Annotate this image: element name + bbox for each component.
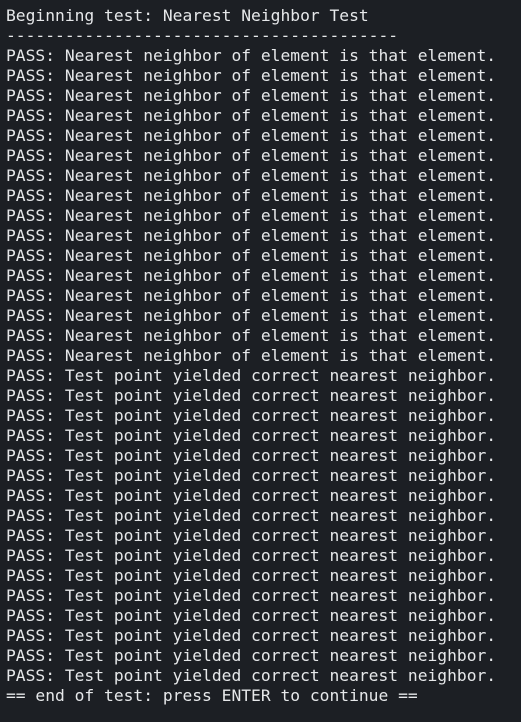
output-line: PASS: Nearest neighbor of element is tha…	[6, 226, 497, 245]
output-line: PASS: Test point yielded correct nearest…	[6, 666, 497, 685]
test-header: Beginning test: Nearest Neighbor Test	[6, 6, 369, 25]
output-line: PASS: Test point yielded correct nearest…	[6, 486, 497, 505]
output-line: PASS: Nearest neighbor of element is tha…	[6, 106, 497, 125]
output-line: PASS: Test point yielded correct nearest…	[6, 386, 497, 405]
output-line: PASS: Nearest neighbor of element is tha…	[6, 86, 497, 105]
output-line: PASS: Nearest neighbor of element is tha…	[6, 246, 497, 265]
output-line: PASS: Test point yielded correct nearest…	[6, 406, 497, 425]
output-line: PASS: Test point yielded correct nearest…	[6, 366, 497, 385]
output-line: PASS: Test point yielded correct nearest…	[6, 526, 497, 545]
output-line: PASS: Test point yielded correct nearest…	[6, 606, 497, 625]
output-line: PASS: Nearest neighbor of element is tha…	[6, 266, 497, 285]
output-line: PASS: Test point yielded correct nearest…	[6, 506, 497, 525]
output-line: PASS: Test point yielded correct nearest…	[6, 566, 497, 585]
output-line: PASS: Test point yielded correct nearest…	[6, 466, 497, 485]
output-line: PASS: Nearest neighbor of element is tha…	[6, 186, 497, 205]
output-line: PASS: Test point yielded correct nearest…	[6, 626, 497, 645]
output-line: PASS: Nearest neighbor of element is tha…	[6, 166, 497, 185]
output-line: PASS: Nearest neighbor of element is tha…	[6, 126, 497, 145]
output-line: PASS: Nearest neighbor of element is tha…	[6, 306, 497, 325]
output-line: PASS: Test point yielded correct nearest…	[6, 546, 497, 565]
output-line: PASS: Test point yielded correct nearest…	[6, 426, 497, 445]
separator-line: ----------------------------------------	[6, 26, 399, 45]
output-line: PASS: Test point yielded correct nearest…	[6, 586, 497, 605]
output-line: PASS: Nearest neighbor of element is tha…	[6, 346, 497, 365]
output-line: PASS: Test point yielded correct nearest…	[6, 646, 497, 665]
output-line: PASS: Nearest neighbor of element is tha…	[6, 326, 497, 345]
output-line: PASS: Nearest neighbor of element is tha…	[6, 46, 497, 65]
continue-prompt: == end of test: press ENTER to continue …	[6, 686, 418, 705]
output-line: PASS: Nearest neighbor of element is tha…	[6, 206, 497, 225]
output-line: PASS: Nearest neighbor of element is tha…	[6, 146, 497, 165]
output-line: PASS: Nearest neighbor of element is tha…	[6, 66, 497, 85]
output-line: PASS: Nearest neighbor of element is tha…	[6, 286, 497, 305]
test-output: PASS: Nearest neighbor of element is tha…	[6, 46, 521, 686]
terminal-window[interactable]: Beginning test: Nearest Neighbor Test --…	[0, 0, 521, 722]
output-line: PASS: Test point yielded correct nearest…	[6, 446, 497, 465]
